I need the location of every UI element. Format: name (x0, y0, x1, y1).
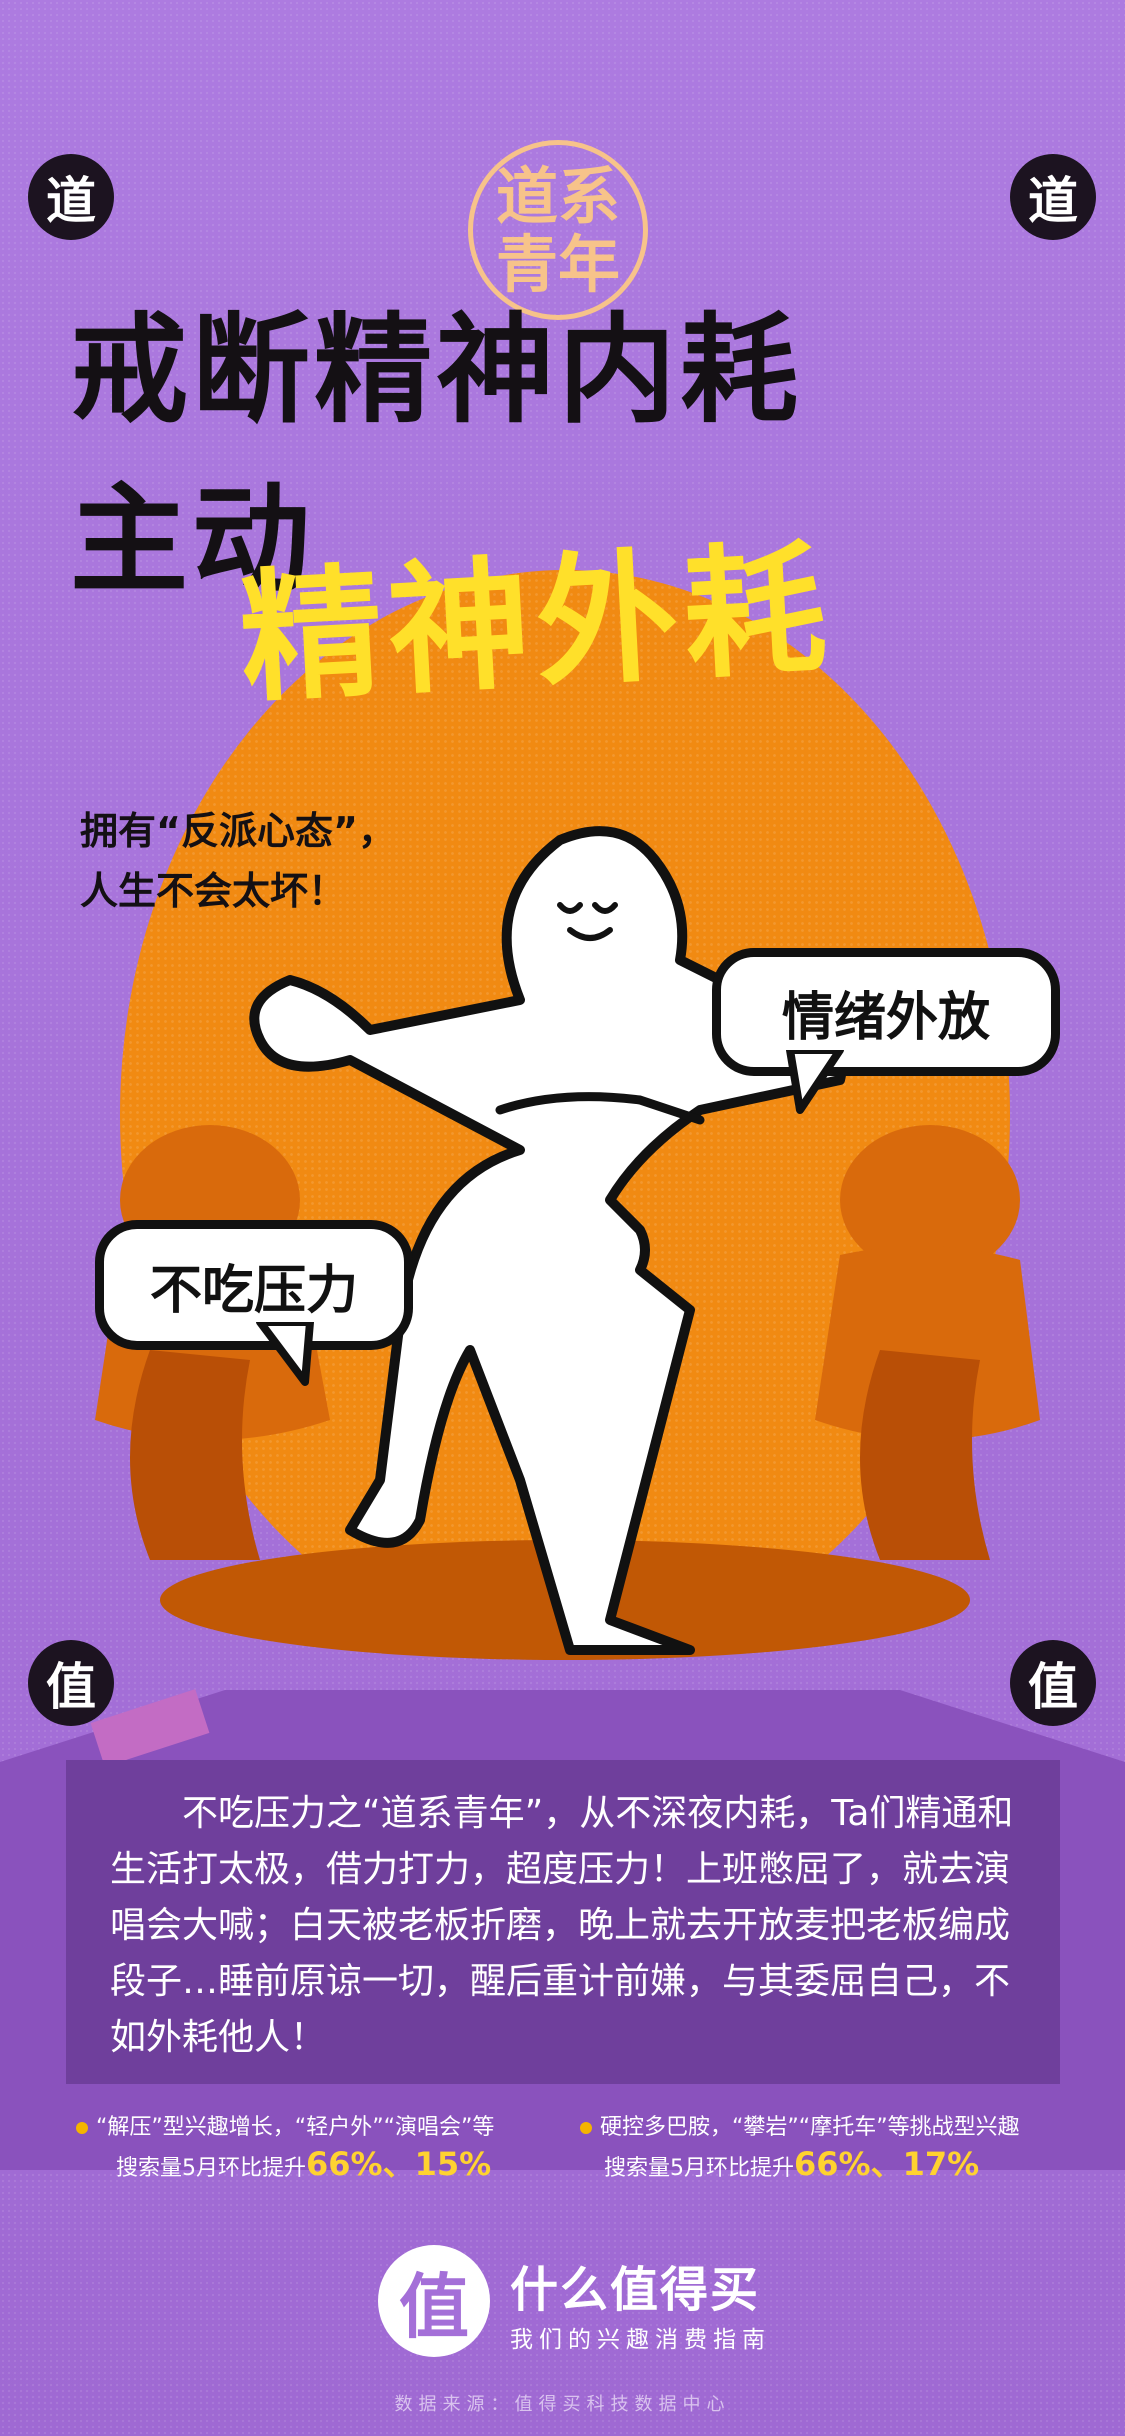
poster: 道 道 值 值 道系 青年 戒断精神内耗 主动 精神外耗 拥有“反派心态”， 人… (0, 0, 1125, 2436)
stat-right-highlight: 66%、17% (794, 2145, 980, 2183)
speech-bubble-right-tail (786, 1050, 844, 1114)
subtitle-line-2: 人生不会太坏！ (80, 869, 347, 913)
speech-bubble-left-tail (256, 1322, 314, 1386)
stat-right-line-1: 硬控多巴胺，“攀岩”“摩托车”等挑战型兴趣 (600, 2115, 1020, 2140)
data-source: 数据来源：值得买科技数据中心 (394, 2394, 731, 2415)
brand-name: 什么值得买 (510, 2262, 761, 2318)
stat-left-line-1: “解压”型兴趣增长，“轻户外”“演唱会”等 (96, 2115, 495, 2140)
stat-right-line-2: 搜索量5月环比提升 (604, 2156, 794, 2181)
stat-right: 硬控多巴胺，“攀岩”“摩托车”等挑战型兴趣 搜索量5月环比提升66%、17% (580, 2110, 1100, 2187)
stat-left-highlight: 66%、15% (306, 2145, 492, 2183)
body-text-panel: 不吃压力之“道系青年”，从不深夜内耗，Ta们精通和生活打太极，借力打力，超度压力… (66, 1760, 1060, 2084)
speech-bubble-right: 情绪外放 (712, 948, 1060, 1076)
stat-left: “解压”型兴趣增长，“轻户外”“演唱会”等 搜索量5月环比提升66%、15% (76, 2110, 566, 2187)
title-line-1: 戒断精神内耗 (70, 301, 803, 439)
bullet-dot-icon (76, 2122, 88, 2134)
bullet-dot-icon (580, 2122, 592, 2134)
brand-logo-icon: 值 (378, 2245, 490, 2357)
subtitle-line-1: 拥有“反派心态”， (80, 809, 396, 853)
title-highlight: 精神外耗 (236, 526, 836, 723)
stat-left-line-2: 搜索量5月环比提升 (116, 2156, 306, 2181)
body-text: 不吃压力之“道系青年”，从不深夜内耗，Ta们精通和生活打太极，借力打力，超度压力… (110, 1793, 1014, 2058)
brand-slogan: 我们的兴趣消费指南 (510, 2327, 771, 2353)
